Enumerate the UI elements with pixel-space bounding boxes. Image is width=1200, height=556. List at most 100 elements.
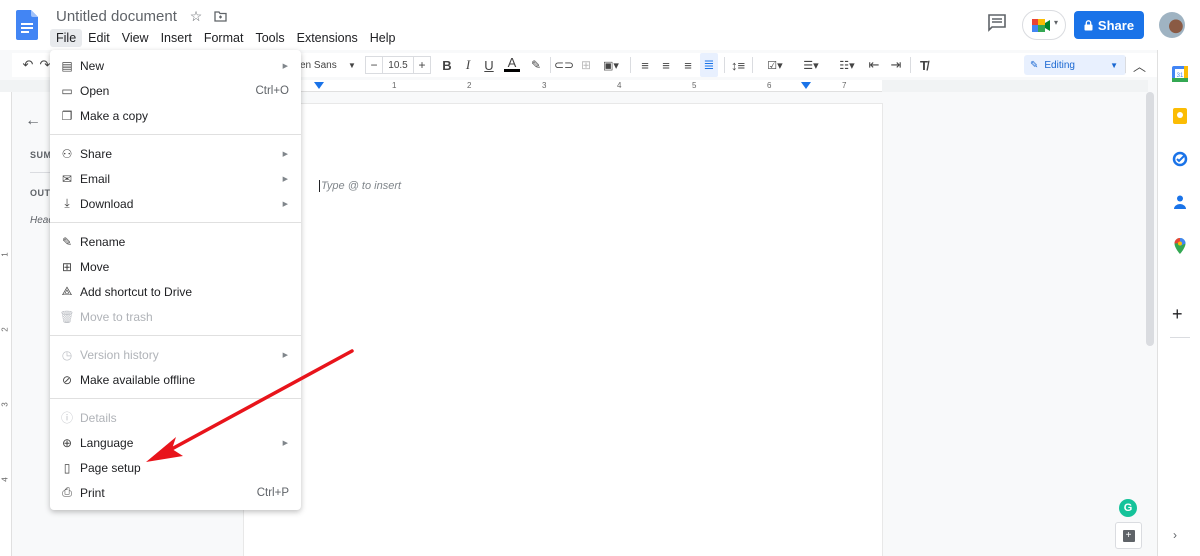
keep-icon[interactable] <box>1172 108 1188 124</box>
menu-edit[interactable]: Edit <box>82 29 116 47</box>
menu-file[interactable]: File <box>50 29 83 47</box>
highlight-icon[interactable]: ✎ <box>528 53 544 77</box>
clear-formatting-icon[interactable]: T̸ <box>916 53 932 77</box>
menu-item-print[interactable]: ⎙ Print Ctrl+P <box>50 480 301 505</box>
menu-item-make-a-copy[interactable]: ❐ Make a copy <box>50 103 301 128</box>
document-page[interactable]: Type @ to insert <box>244 104 882 556</box>
text-color-icon[interactable]: A <box>504 53 520 77</box>
align-justify-icon[interactable]: ≣ <box>700 53 718 77</box>
docs-logo-icon[interactable] <box>16 10 38 40</box>
tasks-icon[interactable] <box>1172 151 1188 167</box>
redo-icon[interactable]: ↷ <box>40 53 51 77</box>
align-center-icon[interactable]: ≡ <box>658 53 674 77</box>
pencil-icon: ✎ <box>1030 59 1039 71</box>
expand-side-panel-chevron-icon[interactable]: › <box>1173 528 1177 542</box>
decrease-font-size-button[interactable]: − <box>365 56 383 74</box>
ruler-number: 4 <box>617 81 622 90</box>
explore-button[interactable]: + <box>1115 522 1142 549</box>
share-button[interactable]: Share <box>1074 11 1144 39</box>
document-placeholder[interactable]: Type @ to insert <box>319 180 401 192</box>
menu-item-label: Email <box>80 171 111 186</box>
contacts-icon[interactable] <box>1172 194 1188 210</box>
horizontal-ruler[interactable]: 1 2 3 4 5 6 7 <box>244 80 882 92</box>
meet-button[interactable]: ▾ <box>1022 10 1066 40</box>
undo-icon[interactable]: ↶ <box>18 53 38 77</box>
add-addon-plus-icon[interactable]: + <box>1172 304 1183 325</box>
left-indent-marker[interactable] <box>314 82 324 89</box>
menu-item-page-setup[interactable]: ▯ Page setup <box>50 455 301 480</box>
decrease-indent-icon[interactable]: ⇤ <box>866 53 882 77</box>
summary-heading: SUM <box>30 150 52 160</box>
menu-item-rename[interactable]: ✎ Rename <box>50 229 301 254</box>
svg-text:31: 31 <box>1177 73 1184 79</box>
underline-icon[interactable]: U <box>482 53 496 77</box>
move-folder-icon[interactable] <box>213 8 227 24</box>
menu-item-move[interactable]: ⊞ Move <box>50 254 301 279</box>
menu-item-details: ⓘ Details <box>50 405 301 430</box>
document-title[interactable]: Untitled document <box>56 8 177 25</box>
ruler-number: 3 <box>0 402 10 407</box>
divider <box>1170 337 1190 338</box>
menu-item-share[interactable]: ⚇ Share ▶ <box>50 141 301 166</box>
italic-icon[interactable]: I <box>461 53 475 77</box>
move-icon: ⊞ <box>61 259 73 274</box>
submenu-arrow-icon: ▶ <box>282 439 288 447</box>
align-left-icon[interactable]: ≡ <box>637 53 653 77</box>
menu-help[interactable]: Help <box>364 29 402 47</box>
star-icon[interactable]: ☆ <box>189 8 203 24</box>
back-arrow-icon[interactable]: ← <box>25 112 41 130</box>
person-add-icon: ⚇ <box>61 146 73 161</box>
bulleted-list-icon[interactable]: ☰▾ <box>796 53 826 77</box>
ruler-number: 4 <box>0 477 10 482</box>
add-comment-icon[interactable]: ⊞ <box>579 53 593 77</box>
comment-history-icon[interactable] <box>987 14 1007 32</box>
align-right-icon[interactable]: ≡ <box>680 53 696 77</box>
menu-item-new[interactable]: ▤ New ▶ <box>50 53 301 78</box>
editing-mode-select[interactable]: ✎ Editing ▼ <box>1024 55 1126 75</box>
insert-image-icon[interactable]: ▣▾ <box>600 53 622 77</box>
menu-item-make-available-offline[interactable]: ⊘ Make available offline <box>50 367 301 392</box>
calendar-icon[interactable]: 31 <box>1172 66 1188 82</box>
menu-insert[interactable]: Insert <box>155 29 198 47</box>
menu-item-label: Print <box>80 485 105 500</box>
drive-shortcut-icon: ⟁ <box>61 284 73 298</box>
menu-item-label: Details <box>80 410 117 425</box>
ruler-number: 1 <box>392 81 397 90</box>
bold-icon[interactable]: B <box>440 53 454 77</box>
keyboard-shortcut: Ctrl+P <box>256 486 289 499</box>
copy-icon: ❐ <box>61 108 73 123</box>
ruler-number: 2 <box>467 81 472 90</box>
maps-icon[interactable] <box>1172 238 1188 254</box>
menu-item-email[interactable]: ✉ Email ▶ <box>50 166 301 191</box>
vertical-scrollbar[interactable] <box>1146 92 1154 346</box>
link-icon[interactable]: ⊂⊃ <box>554 53 574 77</box>
menu-item-open[interactable]: ▭ Open Ctrl+O <box>50 78 301 103</box>
download-icon: ⤓ <box>64 196 70 210</box>
increase-font-size-button[interactable]: + <box>413 56 431 74</box>
ruler-number: 5 <box>692 81 697 90</box>
menu-view[interactable]: View <box>116 29 155 47</box>
menu-tools[interactable]: Tools <box>249 29 290 47</box>
keyboard-shortcut: Ctrl+O <box>255 84 289 97</box>
checklist-icon[interactable]: ☑▾ <box>760 53 790 77</box>
user-avatar[interactable] <box>1159 12 1185 38</box>
menu-item-add-shortcut-to-drive[interactable]: ⟁ Add shortcut to Drive <box>50 279 301 304</box>
line-spacing-icon[interactable]: ↕≡ <box>730 53 746 77</box>
numbered-list-icon[interactable]: ☷▾ <box>832 53 862 77</box>
hide-menus-chevron-icon[interactable]: ︿ <box>1133 56 1146 75</box>
file-menu: ▤ New ▶ ▭ Open Ctrl+O ❐ Make a copy ⚇ Share ▶ ✉ Emai… <box>50 50 301 510</box>
menu-format[interactable]: Format <box>198 29 250 47</box>
menu-extensions[interactable]: Extensions <box>291 29 364 47</box>
ruler-number: 6 <box>767 81 772 90</box>
menu-item-download[interactable]: ⤓ Download ▶ <box>50 191 301 216</box>
ruler-number: 2 <box>0 327 10 332</box>
google-docs-window: Untitled document ☆ File Edit View Insert Fo… <box>0 0 1200 556</box>
font-dropdown-caret-icon[interactable]: ▼ <box>348 53 356 77</box>
doc-icon: ▤ <box>61 58 73 73</box>
vertical-ruler[interactable]: 1 2 3 4 <box>0 92 12 556</box>
right-indent-marker[interactable] <box>801 82 811 89</box>
font-size-input[interactable]: 10.5 <box>383 56 413 74</box>
grammarly-icon[interactable]: G <box>1119 499 1137 517</box>
menu-item-language[interactable]: ⊕ Language ▶ <box>50 430 301 455</box>
increase-indent-icon[interactable]: ⇥ <box>888 53 904 77</box>
